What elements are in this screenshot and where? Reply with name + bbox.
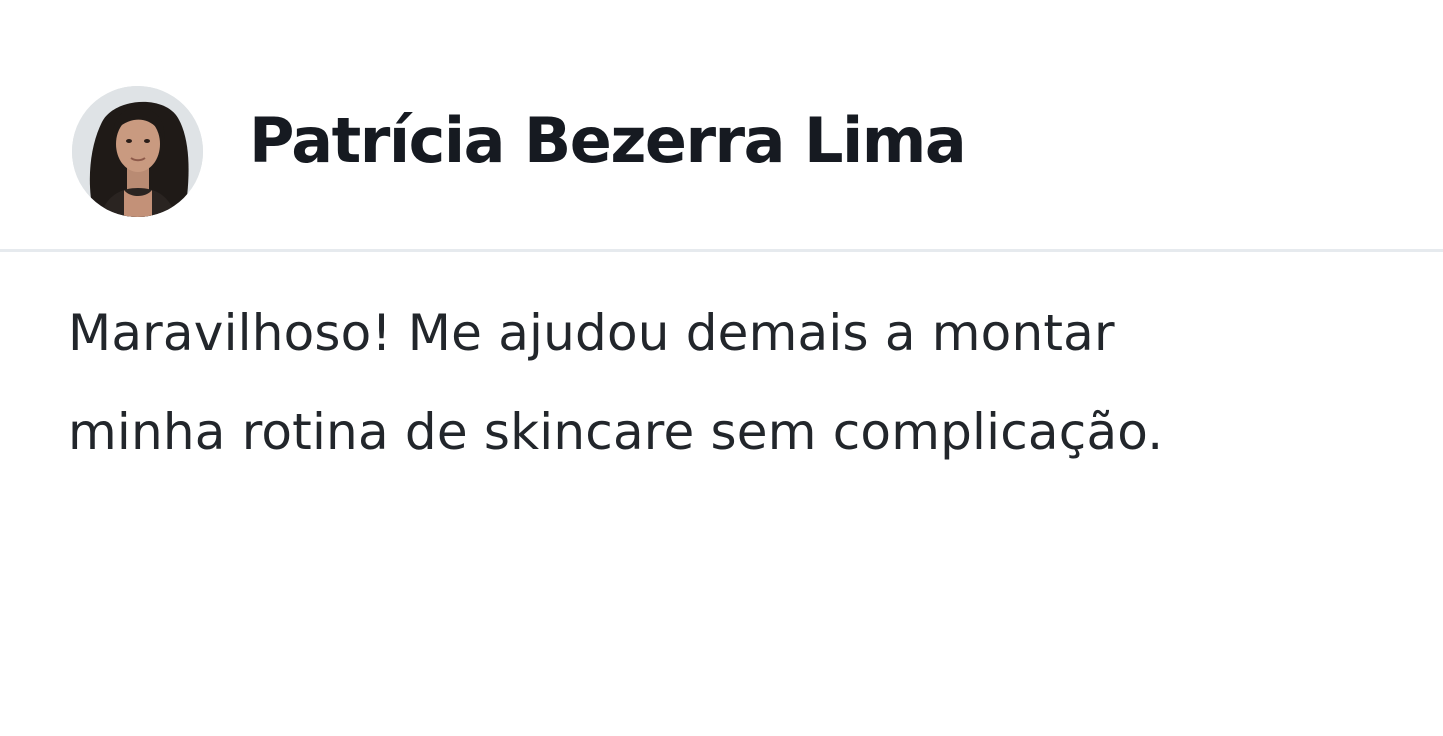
review-card: Patrícia Bezerra Lima Maravilhoso! Me aj… [0, 0, 1443, 736]
divider [0, 249, 1443, 252]
review-header: Patrícia Bezerra Lima [0, 0, 1443, 250]
review-body: Maravilhoso! Me ajudou demais a montar m… [68, 284, 1368, 482]
avatar-photo-icon [72, 86, 203, 217]
review-text-line: minha rotina de skincare sem complicação… [68, 403, 1164, 461]
avatar [72, 86, 203, 217]
author-name: Patrícia Bezerra Lima [249, 104, 967, 177]
review-text-line: Maravilhoso! Me ajudou demais a montar [68, 304, 1115, 362]
